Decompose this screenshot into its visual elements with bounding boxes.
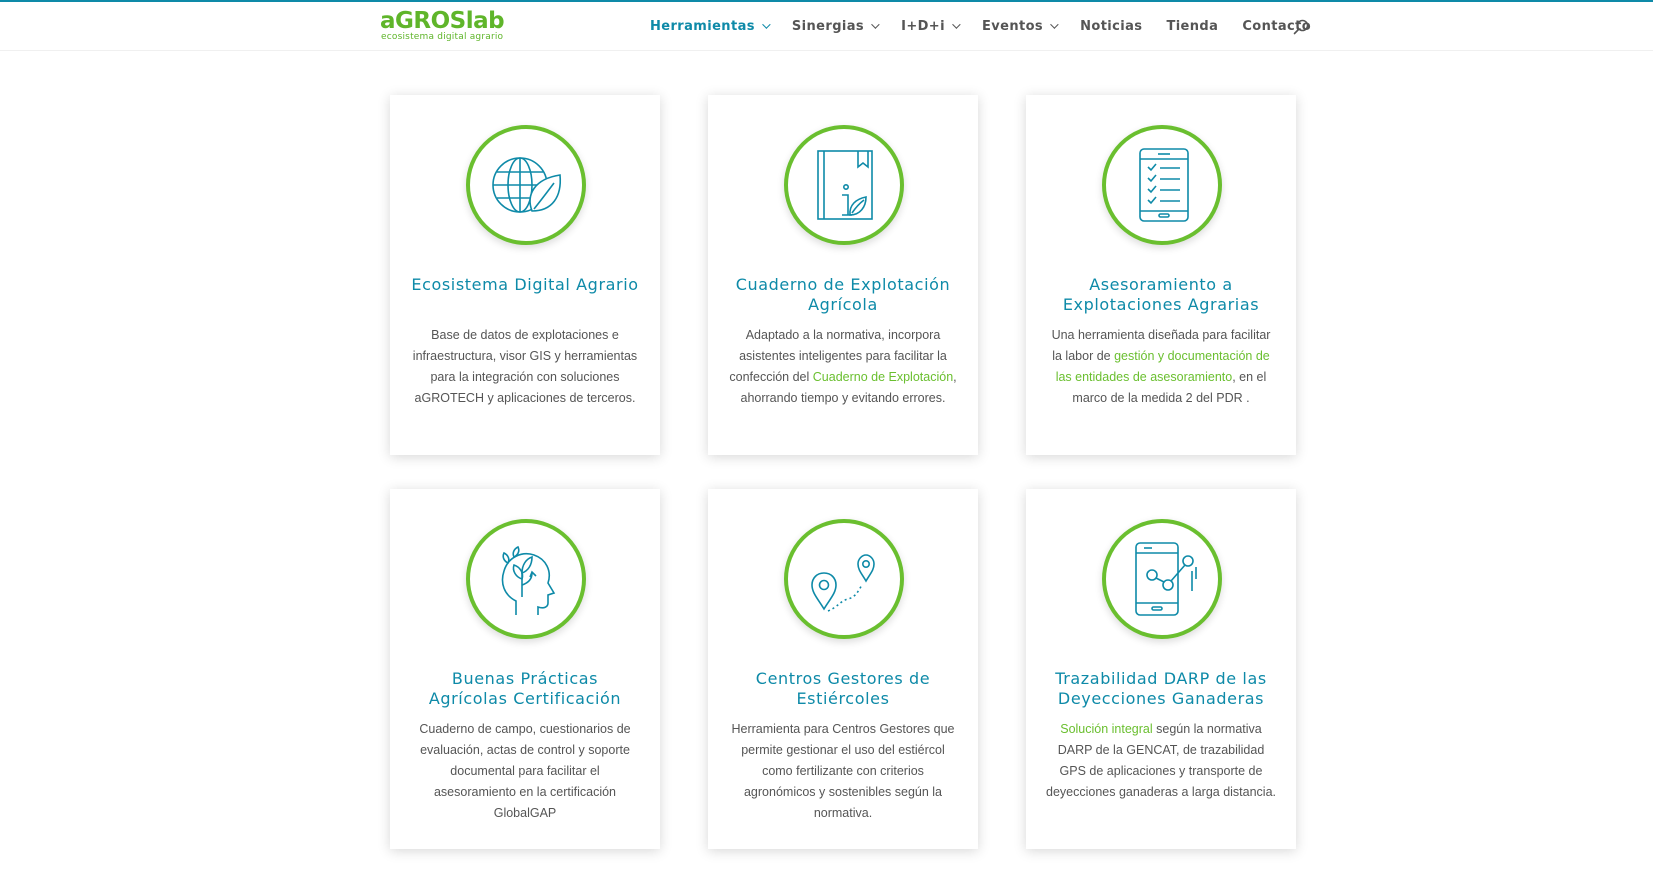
nav-item-label: Tienda xyxy=(1166,18,1219,34)
text-segment: Base de datos de explotaciones e infraes… xyxy=(412,328,638,405)
phone-tracking-icon xyxy=(1135,542,1197,616)
card-icon-circle xyxy=(466,519,586,639)
card-icon-circle xyxy=(466,125,586,245)
nav-item-tienda[interactable]: Tienda xyxy=(1166,19,1218,34)
site-header: aGROSlab ecosistema digital agrario Herr… xyxy=(0,2,1653,50)
chevron-down-icon xyxy=(762,20,771,29)
logo-tagline: ecosistema digital agrario xyxy=(381,32,504,42)
card-title: Ecosistema Digital Agrario xyxy=(411,275,639,294)
chevron-down-icon xyxy=(871,20,880,29)
card-icon-circle xyxy=(784,519,904,639)
card-description: Una herramienta diseñada para facilitar … xyxy=(1046,325,1276,409)
card-description: Adaptado a la normativa, incorpora asist… xyxy=(728,325,958,409)
inline-link[interactable]: Solución integral xyxy=(1060,722,1152,736)
text-segment: Herramienta para Centros Gestores que pe… xyxy=(731,722,955,820)
chevron-down-icon xyxy=(952,20,961,29)
route-pins-icon xyxy=(811,554,875,612)
nav-item-eventos[interactable]: Eventos xyxy=(981,18,1059,34)
tool-card-centros-gestores[interactable]: Centros Gestores de Estiércoles Herramie… xyxy=(708,489,978,849)
card-title: Buenas Prácticas Agrícolas Certificación xyxy=(428,669,622,708)
card-icon-circle xyxy=(1102,125,1222,245)
card-icon-circle xyxy=(784,125,904,245)
card-title: Centros Gestores de Estiércoles xyxy=(755,669,931,708)
tool-card-ecosistema[interactable]: Ecosistema Digital Agrario Base de datos… xyxy=(390,95,660,455)
nav-item-idi[interactable]: I+D+i xyxy=(901,18,961,34)
nav-item-label: Noticias xyxy=(1080,18,1143,34)
globe-leaf-icon xyxy=(492,157,561,213)
nav-item-label: Sinergias xyxy=(791,18,865,34)
site-logo[interactable]: aGROSlab ecosistema digital agrario xyxy=(380,8,510,46)
card-title: Asesoramiento a Explotaciones Agrarias xyxy=(1062,275,1260,314)
head-plant-icon xyxy=(501,545,556,615)
tool-card-buenas-practicas[interactable]: Buenas Prácticas Agrícolas Certificación… xyxy=(390,489,660,849)
card-title: Cuaderno de Explotación Agrícola xyxy=(735,275,951,314)
tool-card-cuaderno[interactable]: Cuaderno de Explotación Agrícola Adaptad… xyxy=(708,95,978,455)
card-description: Cuaderno de campo, cuestionarios de eval… xyxy=(410,719,640,824)
chevron-down-icon xyxy=(1050,20,1059,29)
tool-card-trazabilidad[interactable]: Trazabilidad DARP de las Deyecciones Gan… xyxy=(1026,489,1296,849)
card-icon-circle xyxy=(1102,519,1222,639)
nav-item-label: I+D+i xyxy=(901,18,945,34)
text-segment: Cuaderno de campo, cuestionarios de eval… xyxy=(419,722,631,820)
nav-item-herramientas[interactable]: Herramientas xyxy=(650,18,771,34)
notebook-leaf-icon xyxy=(817,150,873,220)
card-description: Base de datos de explotaciones e infraes… xyxy=(410,325,640,409)
tablet-checklist-icon xyxy=(1139,148,1189,222)
inline-link[interactable]: Cuaderno de Explotación xyxy=(813,370,953,384)
search-icon[interactable] xyxy=(1293,19,1309,35)
tool-card-asesoramiento[interactable]: Asesoramiento a Explotaciones Agrarias U… xyxy=(1026,95,1296,455)
card-description: Solución integral según la normativa DAR… xyxy=(1046,719,1276,803)
logo-name: aGROSlab xyxy=(380,8,505,34)
nav-item-noticias[interactable]: Noticias xyxy=(1080,19,1142,34)
nav-item-label: Herramientas xyxy=(650,18,755,34)
nav-item-label: Eventos xyxy=(981,18,1044,34)
card-title: Trazabilidad DARP de las Deyecciones Gan… xyxy=(1055,669,1267,708)
nav-item-sinergias[interactable]: Sinergias xyxy=(791,18,880,34)
main-nav: Herramientas Sinergias I+D+i Eventos Not… xyxy=(650,2,1335,50)
card-description: Herramienta para Centros Gestores que pe… xyxy=(728,719,958,824)
